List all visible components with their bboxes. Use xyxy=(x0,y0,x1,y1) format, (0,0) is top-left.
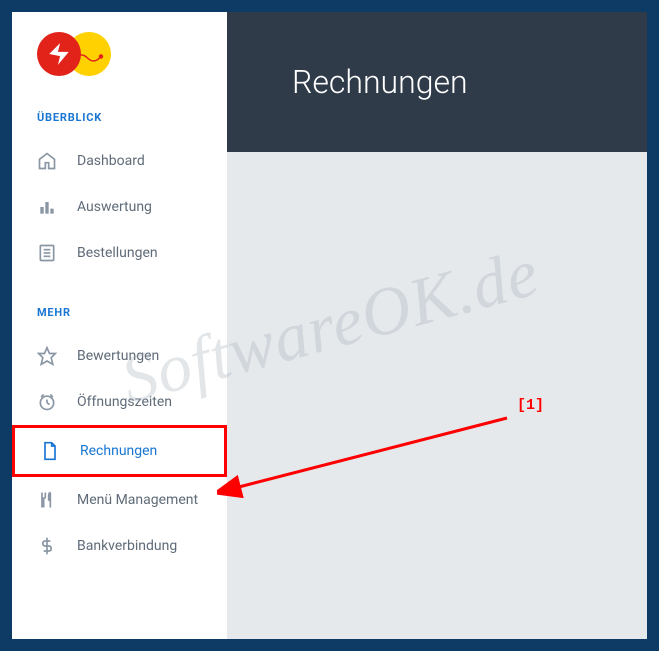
sidebar-item-label: Menü Management xyxy=(77,492,198,508)
star-icon xyxy=(37,346,57,366)
header-bar: Rechnungen xyxy=(227,12,647,152)
sidebar-item-auswertung[interactable]: Auswertung xyxy=(12,184,227,230)
sidebar-section-header-uberblick: ÜBERBLICK xyxy=(12,101,227,138)
sidebar-item-rechnungen[interactable]: Rechnungen xyxy=(12,425,227,477)
sidebar-item-label: Rechnungen xyxy=(80,443,157,459)
annotation-label: [1] xyxy=(517,397,544,414)
page-title: Rechnungen xyxy=(292,63,468,101)
sidebar-item-bestellungen[interactable]: Bestellungen xyxy=(12,230,227,276)
app-container: ÜBERBLICK Dashboard Auswertung Bestellun… xyxy=(12,12,647,639)
logo[interactable] xyxy=(37,32,202,76)
home-icon xyxy=(37,151,57,171)
sidebar-item-label: Dashboard xyxy=(77,153,145,169)
sidebar-item-label: Bankverbindung xyxy=(77,538,177,554)
sidebar-item-label: Bewertungen xyxy=(77,348,159,364)
annotation-arrow xyxy=(217,410,517,500)
sidebar-item-label: Auswertung xyxy=(77,199,152,215)
sidebar-item-label: Öffnungszeiten xyxy=(77,394,172,410)
document-icon xyxy=(40,441,60,461)
main-area: Rechnungen [1] xyxy=(227,12,647,639)
content-area: [1] xyxy=(227,152,647,639)
sidebar-item-menu-management[interactable]: Menü Management xyxy=(12,477,227,523)
sidebar-item-dashboard[interactable]: Dashboard xyxy=(12,138,227,184)
utensils-icon xyxy=(37,490,57,510)
sidebar-item-label: Bestellungen xyxy=(77,245,158,261)
sidebar-item-offnungszeiten[interactable]: Öffnungszeiten xyxy=(12,379,227,425)
sidebar-item-bankverbindung[interactable]: Bankverbindung xyxy=(12,523,227,569)
sidebar-item-bewertungen[interactable]: Bewertungen xyxy=(12,333,227,379)
sidebar: ÜBERBLICK Dashboard Auswertung Bestellun… xyxy=(12,12,227,639)
sidebar-section-header-mehr: MEHR xyxy=(12,276,227,333)
clock-icon xyxy=(37,392,57,412)
chart-icon xyxy=(37,197,57,217)
logo-area xyxy=(12,12,227,101)
list-icon xyxy=(37,243,57,263)
dollar-icon xyxy=(37,536,57,556)
logo-red-circle xyxy=(37,32,81,76)
